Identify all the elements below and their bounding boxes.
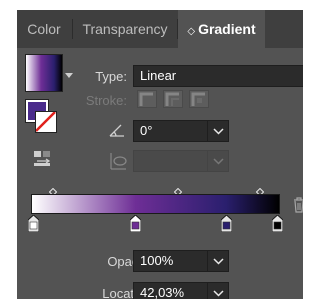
aspect-ratio-input [133, 150, 209, 172]
tab-color-label: Color [27, 21, 61, 37]
stroke-label: Stroke: [85, 93, 127, 108]
gradient-stop[interactable] [129, 214, 142, 233]
gradient-ramp[interactable] [31, 194, 280, 214]
stroke-along-icon [165, 92, 179, 106]
chevron-down-icon [213, 258, 224, 265]
angle-input[interactable]: 0° [133, 120, 209, 142]
location-value: 42,03% [140, 285, 185, 299]
gradient-stop[interactable] [220, 214, 233, 233]
tab-gradient-label: Gradient [198, 21, 256, 37]
none-slash-icon [36, 112, 56, 132]
stroke-swatch[interactable] [35, 111, 57, 133]
stroke-within-icon [139, 92, 153, 106]
updown-arrows-icon: ◇ [187, 26, 196, 37]
gradient-midpoint[interactable] [255, 183, 265, 197]
chevron-down-icon [213, 128, 224, 135]
gradient-stop[interactable] [271, 214, 284, 233]
stroke-within-button [137, 90, 157, 108]
type-label: Type: [95, 69, 127, 84]
delete-stop-icon[interactable] [293, 197, 303, 218]
opacity-value: 100% [140, 253, 174, 268]
location-input[interactable]: 42,03% [133, 282, 209, 299]
location-dropdown-button[interactable] [207, 282, 229, 299]
tab-transparency[interactable]: Transparency [73, 10, 177, 48]
gradient-preview-swatch[interactable] [25, 54, 63, 92]
chevron-down-icon [213, 158, 224, 165]
tab-gradient[interactable]: ◇ Gradient [178, 10, 265, 48]
type-select[interactable]: Linear [133, 65, 303, 87]
type-value: Linear [140, 68, 177, 83]
stroke-across-icon [191, 92, 205, 106]
angle-value: 0° [140, 123, 153, 138]
tab-transparency-label: Transparency [82, 21, 168, 37]
gradient-stop[interactable] [27, 214, 40, 233]
chevron-down-icon [213, 290, 224, 297]
tab-color[interactable]: Color [17, 10, 71, 48]
gradient-midpoint[interactable] [49, 183, 58, 197]
aspect-ratio-icon [109, 152, 127, 175]
aspect-ratio-dropdown-button [207, 150, 229, 172]
angle-dropdown-button[interactable] [207, 120, 229, 142]
gradient-midpoint[interactable] [173, 183, 183, 197]
opacity-input[interactable]: 100% [133, 250, 209, 272]
stroke-across-button [189, 90, 209, 108]
reverse-gradient-icon[interactable] [32, 150, 54, 168]
angle-icon [109, 123, 125, 142]
stroke-along-button [163, 90, 183, 108]
swatch-menu-arrow-icon[interactable] [65, 73, 73, 78]
gradient-panel: Color Transparency ◇ Gradient Type: Linea… [17, 10, 303, 299]
opacity-dropdown-button[interactable] [207, 250, 229, 272]
tab-bar: Color Transparency ◇ Gradient [17, 10, 303, 48]
